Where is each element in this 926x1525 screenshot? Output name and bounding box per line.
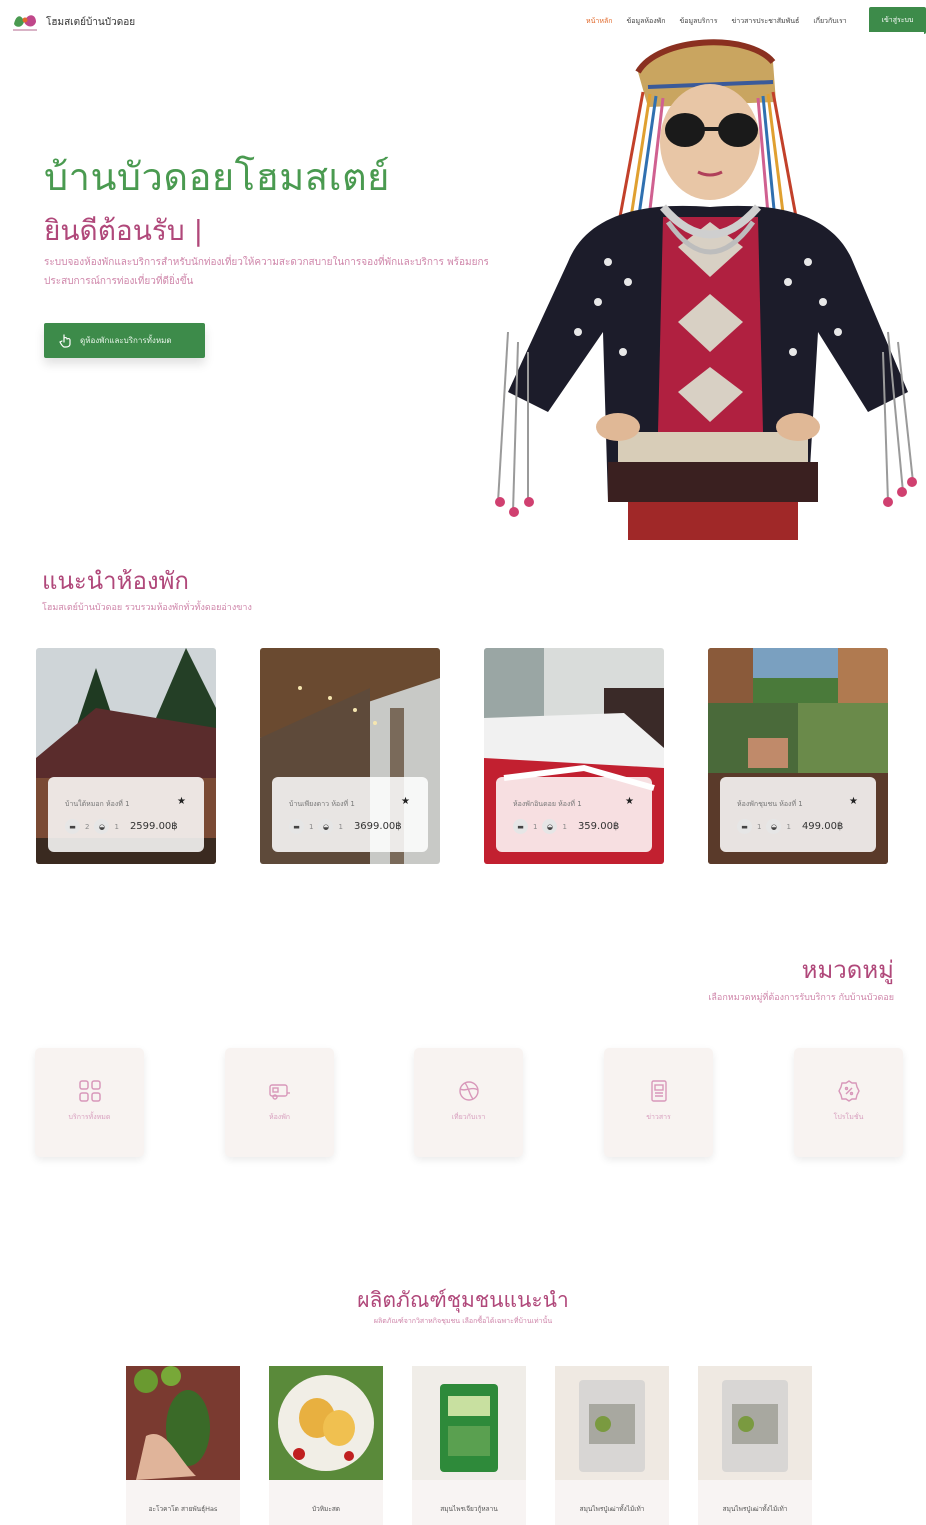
login-button[interactable]: เข้าสู่ระบบ [869,7,926,34]
product-name: สมุนไพรเจียวกู้หลาน [440,1505,498,1513]
product-photo [555,1366,669,1480]
star-icon[interactable]: ★ [401,796,410,807]
bed-icon: ▬ [513,819,528,834]
category-label: บริการทั้งหมด [68,1113,111,1121]
star-icon[interactable]: ★ [177,796,186,807]
room-price: 3699.00฿ [353,821,402,832]
hero-title: บ้านบัวดอยโฮมสเตย์ [44,155,390,199]
nav-link-services[interactable]: ข้อมูลบริการ [679,16,717,27]
bed-count: 1 [757,822,762,831]
product-card[interactable]: สมุนไพรปู่เฒ่าทั้งไม้เท้า [555,1366,669,1525]
category-rooms[interactable]: ห้องพัก [225,1048,334,1157]
product-photo [126,1366,240,1480]
bath-icon: ◒ [318,819,334,834]
brand-name[interactable]: โฮมสเตย์บ้านบัวดอย [46,15,135,30]
bath-icon: ◒ [542,819,558,834]
hero-description: ระบบจองห้องพักและบริการสำหรับนักท่องเที่… [44,257,508,287]
room-price: 359.00฿ [577,821,620,832]
room-price: 499.00฿ [801,821,844,832]
product-card[interactable]: สมุนไพรเจียวกู้หลาน [412,1366,526,1525]
room-name: บ้านใต้หมอก ห้องที่ 1 [65,800,130,808]
bed-icon: ▬ [289,819,304,834]
bed-icon: ▬ [737,819,752,834]
product-card[interactable]: สมุนไพรปู่เฒ่าทั้งไม้เท้า [698,1366,812,1525]
bath-count: 1 [786,822,791,831]
category-all-services[interactable]: บริการทั้งหมด [35,1048,144,1157]
homestay-logo[interactable] [10,8,40,34]
pointer-hand-icon [59,333,71,348]
room-card[interactable]: บ้านใต้หมอก ห้องที่ 1 ★ ▬ 2 ◒ 1 2599.00฿ [36,648,216,864]
nav-menu: หน้าหลัก ข้อมูลห้องพัก ข้อมูลบริการ ข่าว… [586,16,847,27]
bath-count: 1 [338,822,343,831]
nav-link-home[interactable]: หน้าหลัก [586,16,612,27]
product-name: บัวหิมะสด [311,1505,341,1513]
room-info-panel: บ้านใต้หมอก ห้องที่ 1 ★ ▬ 2 ◒ 1 2599.00฿ [48,777,204,852]
category-tours[interactable]: เที่ยวกับเรา [414,1048,523,1157]
product-name: อะโวคาโด สายพันธุ์Has [148,1505,218,1513]
categories-section-subtitle: เลือกหมวดหมู่ที่ต้องการรับบริการ กับบ้าน… [708,993,894,1003]
category-promotion[interactable]: โปรโมชั่น [794,1048,903,1157]
product-photo [412,1366,526,1480]
room-card[interactable]: บ้านเพียงดาว ห้องที่ 1 ★ ▬ 1 ◒ 1 3699.00… [260,648,440,864]
category-label: โปรโมชั่น [833,1113,864,1121]
bed-count: 2 [85,822,90,831]
nav-link-rooms[interactable]: ข้อมูลห้องพัก [626,16,665,27]
bed-count: 1 [309,822,314,831]
bed-icon: ▬ [65,819,80,834]
category-label: เที่ยวกับเรา [451,1113,486,1121]
category-label: ห้องพัก [268,1113,291,1121]
globe-icon [459,1081,479,1101]
room-meta: ▬ 1 ◒ 1 3699.00฿ [289,819,402,834]
bath-icon: ◒ [766,819,782,834]
room-name: บ้านเพียงดาว ห้องที่ 1 [289,800,355,808]
product-card[interactable]: บัวหิมะสด [269,1366,383,1525]
product-name: สมุนไพรปู่เฒ่าทั้งไม้เท้า [722,1505,788,1513]
room-meta: ▬ 2 ◒ 1 2599.00฿ [65,819,178,834]
room-name: ห้องพักชุมชน ห้องที่ 1 [737,800,803,808]
room-meta: ▬ 1 ◒ 1 359.00฿ [513,819,619,834]
product-name: สมุนไพรปู่เฒ่าทั้งไม้เท้า [579,1505,645,1513]
discount-icon [838,1080,860,1102]
rooms-section-subtitle: โฮมสเตย์บ้านบัวดอย รวบรวมห้องพักทั่วทั้ง… [42,603,252,613]
room-info-panel: ห้องพักชุมชน ห้องที่ 1 ★ ▬ 1 ◒ 1 499.00฿ [720,777,876,852]
rooms-section-title: แนะนำห้องพัก [42,567,189,595]
category-news[interactable]: ข่าวสาร [604,1048,713,1157]
bed-count: 1 [533,822,538,831]
star-icon[interactable]: ★ [625,796,634,807]
bath-count: 1 [562,822,567,831]
view-all-rooms-label: ดูห้องพักและบริการทั้งหมด [80,336,172,345]
hero-woman-traditional-costume-image [488,32,924,540]
news-icon [651,1080,667,1102]
room-card[interactable]: ห้องพักอินดอย ห้องที่ 1 ★ ▬ 1 ◒ 1 359.00… [484,648,664,864]
room-price: 2599.00฿ [129,821,178,832]
room-info-panel: บ้านเพียงดาว ห้องที่ 1 ★ ▬ 1 ◒ 1 3699.00… [272,777,428,852]
room-name: ห้องพักอินดอย ห้องที่ 1 [513,800,582,808]
star-icon[interactable]: ★ [849,796,858,807]
products-section-subtitle: ผลิตภัณฑ์จากวิสาหกิจชุมชน เลือกซื้อได้เฉ… [373,1317,553,1325]
hero-subtitle: ยินดีต้อนรับ | [44,214,204,247]
product-photo [698,1366,812,1480]
category-label: ข่าวสาร [646,1113,671,1121]
grid-icon [79,1080,101,1102]
products-section-title: ผลิตภัณฑ์ชุมชนแนะนำ [357,1288,569,1312]
view-all-rooms-button[interactable]: ดูห้องพักและบริการทั้งหมด [44,323,205,358]
room-info-panel: ห้องพักอินดอย ห้องที่ 1 ★ ▬ 1 ◒ 1 359.00… [496,777,652,852]
camper-icon [269,1084,290,1100]
room-meta: ▬ 1 ◒ 1 499.00฿ [737,819,843,834]
categories-section-title: หมวดหมู่ [801,956,894,984]
product-photo [269,1366,383,1480]
bath-count: 1 [114,822,119,831]
nav-link-news[interactable]: ข่าวสารประชาสัมพันธ์ [732,16,800,27]
room-card[interactable]: ห้องพักชุมชน ห้องที่ 1 ★ ▬ 1 ◒ 1 499.00฿ [708,648,888,864]
product-card[interactable]: อะโวคาโด สายพันธุ์Has [126,1366,240,1525]
bath-icon: ◒ [94,819,110,834]
nav-link-about[interactable]: เกี่ยวกับเรา [813,16,846,27]
